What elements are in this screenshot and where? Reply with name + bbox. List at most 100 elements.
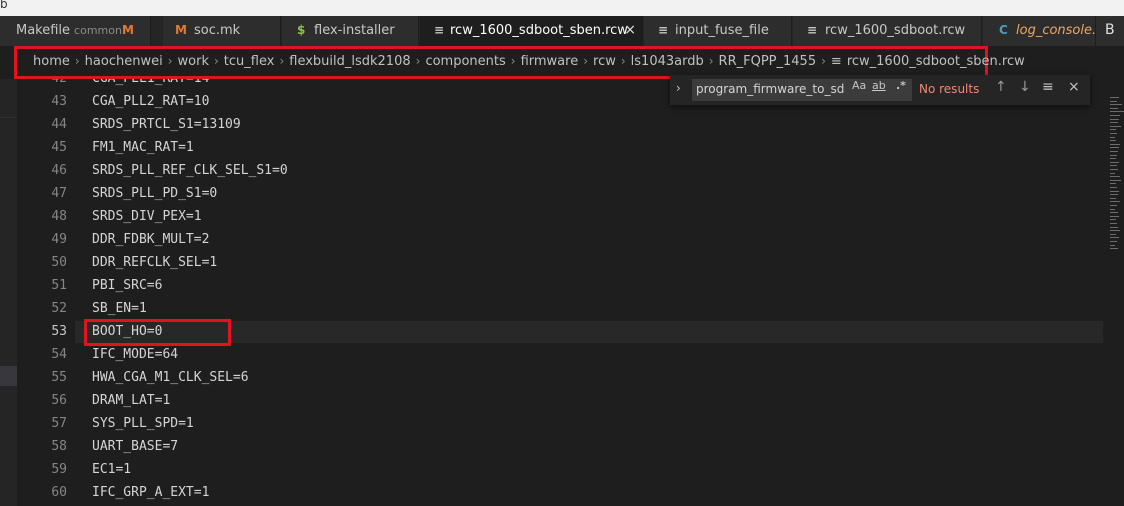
tab-input-fuse-file[interactable]: ≡ input_fuse_file bbox=[644, 16, 792, 46]
code-line[interactable]: 47 SRDS_PLL_PD_S1=0 bbox=[17, 183, 1107, 206]
breadcrumb-separator: › bbox=[821, 54, 826, 68]
code-line[interactable]: 55 HWA_CGA_M1_CLK_SEL=6 bbox=[17, 367, 1107, 390]
tab-makefile[interactable]: Makefile common M bbox=[0, 16, 151, 46]
next-match-icon[interactable]: ↓ bbox=[1019, 79, 1031, 95]
line-text: HWA_CGA_M1_CLK_SEL=6 bbox=[92, 370, 249, 385]
breadcrumb-item[interactable]: tcu_flex bbox=[224, 54, 275, 69]
code-line[interactable]: 54 IFC_MODE=64 bbox=[17, 344, 1107, 367]
tab-label: Makefile common bbox=[16, 23, 122, 38]
code-line[interactable]: 59 EC1=1 bbox=[17, 459, 1107, 482]
find-status: No results bbox=[919, 82, 980, 96]
file-lines-icon: ≡ bbox=[658, 23, 668, 37]
tab-label: rcw_1600_sdboot.rcw bbox=[825, 23, 966, 38]
line-number: 43 bbox=[51, 94, 67, 109]
minimap-line bbox=[1110, 97, 1119, 98]
close-find-icon[interactable]: × bbox=[1068, 79, 1080, 95]
file-lines-icon: ≡ bbox=[807, 23, 817, 37]
whole-word-icon[interactable]: ab bbox=[872, 79, 886, 92]
toggle-replace-icon[interactable]: › bbox=[676, 81, 681, 95]
code-line[interactable]: 51 PBI_SRC=6 bbox=[17, 275, 1107, 298]
breadcrumb-item[interactable]: home bbox=[33, 54, 70, 69]
minimap[interactable] bbox=[1107, 79, 1124, 506]
line-number: 48 bbox=[51, 209, 67, 224]
breadcrumb-separator: › bbox=[279, 54, 285, 68]
code-line[interactable]: 48 SRDS_DIV_PEX=1 bbox=[17, 206, 1107, 229]
code-line[interactable]: 49 DDR_FDBK_MULT=2 bbox=[17, 229, 1107, 252]
line-number: 59 bbox=[51, 462, 67, 477]
tab-label: log_console.c bbox=[1016, 23, 1096, 38]
line-text: CGA_PLL1_RAT=14 bbox=[92, 79, 209, 86]
breadcrumb-item[interactable]: ls1043ardb bbox=[631, 54, 704, 69]
line-text: SYS_PLL_SPD=1 bbox=[92, 416, 194, 431]
code-line[interactable]: 44 SRDS_PRTCL_S1=13109 bbox=[17, 114, 1107, 137]
minimap-line bbox=[1110, 115, 1120, 116]
breadcrumb-item[interactable]: work bbox=[178, 54, 209, 69]
code-line[interactable]: 60 IFC_GRP_A_EXT=1 bbox=[17, 482, 1107, 505]
minimap-line bbox=[1110, 183, 1116, 185]
minimap-line bbox=[1110, 154, 1117, 156]
tab-rcw-1600-sdboot-sben[interactable]: ≡ rcw_1600_sdboot_sben.rcw × bbox=[420, 16, 643, 46]
line-text: IFC_GRP_A_EXT=1 bbox=[92, 485, 210, 500]
minimap-line bbox=[1110, 190, 1119, 192]
code-line[interactable]: 58 UART_BASE=7 bbox=[17, 436, 1107, 459]
breadcrumb-item[interactable]: components bbox=[425, 54, 505, 69]
code-editor[interactable]: 42 CGA_PLL1_RAT=14 43 CGA_PLL2_RAT=10 44 SRDS… bbox=[17, 79, 1107, 506]
breadcrumb-item[interactable]: flexbuild_lsdk2108 bbox=[289, 54, 410, 69]
minimap-line bbox=[1110, 165, 1117, 167]
line-text: SRDS_DIV_PEX=1 bbox=[92, 209, 202, 224]
minimap-line bbox=[1110, 194, 1118, 196]
breadcrumb-separator: › bbox=[708, 54, 714, 68]
code-line[interactable]: 46 SRDS_PLL_REF_CLK_SEL_S1=0 bbox=[17, 160, 1107, 183]
line-text: SRDS_PLL_PD_S1=0 bbox=[92, 186, 218, 201]
match-case-icon[interactable]: Aa bbox=[852, 79, 866, 92]
minimap-line bbox=[1110, 143, 1120, 145]
regex-icon[interactable]: .* bbox=[896, 79, 906, 92]
close-tab-icon[interactable]: × bbox=[624, 22, 636, 38]
minimap-line bbox=[1110, 226, 1118, 228]
code-line[interactable]: 50 DDR_REFCLK_SEL=1 bbox=[17, 252, 1107, 275]
tab-flex-installer[interactable]: $ flex-installer bbox=[282, 16, 419, 46]
breadcrumb-item[interactable]: RR_FQPP_1455 bbox=[719, 54, 817, 69]
line-number: 60 bbox=[51, 485, 67, 500]
previous-match-icon[interactable]: ↑ bbox=[995, 79, 1007, 95]
file-lines-icon: ≡ bbox=[434, 23, 444, 37]
breadcrumb-path: home › haochenwei › work › tcu_flex › flexbuild_… bbox=[33, 54, 1025, 69]
window-top-strip: b bbox=[0, 0, 1124, 16]
breadcrumb-file[interactable]: rcw_1600_sdboot_sben.rcw bbox=[847, 54, 1025, 69]
code-line[interactable]: 57 SYS_PLL_SPD=1 bbox=[17, 413, 1107, 436]
minimap-line bbox=[1110, 215, 1119, 217]
breadcrumb-item[interactable]: firmware bbox=[521, 54, 579, 69]
line-number: 57 bbox=[51, 416, 67, 431]
tab-label: soc.mk bbox=[194, 23, 241, 38]
code-line[interactable]: 56 DRAM_LAT=1 bbox=[17, 390, 1107, 413]
breadcrumb-item[interactable]: haochenwei bbox=[85, 54, 163, 69]
top-strip-glyph: b bbox=[0, 0, 8, 11]
minimap-line bbox=[1110, 133, 1117, 134]
minimap-line bbox=[1110, 241, 1117, 242]
c-file-icon: C bbox=[999, 23, 1008, 37]
minimap-line bbox=[1110, 208, 1115, 210]
line-text: SRDS_PRTCL_S1=13109 bbox=[92, 117, 241, 132]
line-text: PBI_SRC=6 bbox=[92, 278, 163, 293]
code-line[interactable]: 45 FM1_MAC_RAT=1 bbox=[17, 137, 1107, 160]
find-in-selection-icon[interactable]: ≡ bbox=[1042, 79, 1054, 95]
tab-overflow[interactable]: B bbox=[1096, 16, 1124, 46]
tab-log-console-c[interactable]: C log_console.c bbox=[983, 16, 1096, 46]
tab-rcw-1600-sdboot[interactable]: ≡ rcw_1600_sdboot.rcw bbox=[793, 16, 982, 46]
minimap-line bbox=[1110, 151, 1118, 152]
tab-soc-mk[interactable]: M soc.mk bbox=[163, 16, 281, 46]
minimap-line bbox=[1110, 201, 1120, 203]
line-number: 45 bbox=[51, 140, 67, 155]
breadcrumb-item[interactable]: rcw bbox=[593, 54, 616, 69]
line-text: CGA_PLL2_RAT=10 bbox=[92, 94, 210, 109]
minimap-line bbox=[1110, 169, 1118, 170]
line-number: 58 bbox=[51, 439, 67, 454]
code-line[interactable]: 52 SB_EN=1 bbox=[17, 298, 1107, 321]
line-number: 54 bbox=[51, 347, 67, 362]
minimap-line bbox=[1110, 136, 1115, 138]
minimap-line bbox=[1110, 212, 1118, 214]
breadcrumb-separator: › bbox=[620, 54, 626, 68]
vscode-window: b Makefile common M M soc.mk $ flex-insta… bbox=[0, 0, 1124, 506]
minimap-line bbox=[1110, 129, 1116, 131]
minimap-line bbox=[1110, 104, 1122, 106]
